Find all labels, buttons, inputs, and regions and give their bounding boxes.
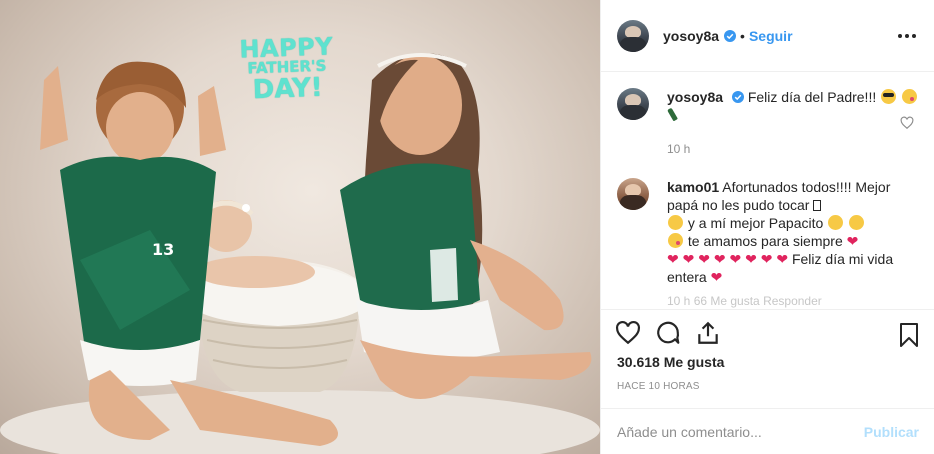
placeholder-glyph-icon — [813, 200, 822, 211]
sunglasses-emoji-icon — [881, 89, 897, 104]
more-options-icon[interactable] — [895, 24, 919, 48]
comment-item: kamo01 Afortunados todos!!!! Mejor papá … — [617, 178, 919, 308]
comment-icon — [657, 321, 680, 344]
hug-emoji-icon — [668, 215, 683, 230]
red-hearts-row-icon: ❤ ❤ ❤ ❤ ❤ ❤ ❤ ❤ — [667, 251, 789, 267]
comment-text-3: te amamos para siempre — [687, 233, 843, 249]
comment-meta-faded: 10 h 66 Me gusta Responder — [667, 294, 822, 308]
avatar[interactable] — [617, 19, 649, 52]
caption: yosoy8a Feliz día del Padre!!! 10 h — [617, 88, 919, 178]
caption-time: 10 h — [667, 142, 691, 156]
caption-text: Feliz día del Padre!!! — [747, 89, 877, 105]
publish-button[interactable]: Publicar — [864, 424, 919, 440]
post-time-ago[interactable]: HACE 10 HORAS — [617, 381, 700, 392]
avatar[interactable] — [617, 88, 649, 120]
champagne-bottle-icon — [668, 107, 678, 122]
comment-button[interactable] — [655, 320, 681, 346]
add-comment-bar: Publicar — [601, 408, 934, 454]
kiss-emoji-icon — [668, 233, 683, 248]
add-comment-input[interactable] — [617, 423, 864, 440]
likes-count[interactable]: 30.618 Me gusta — [617, 354, 724, 370]
heart-eyes-emoji-icon — [828, 215, 844, 230]
post-header: yosoy8a • Seguir — [601, 0, 934, 72]
comment-like-heart-icon[interactable] — [900, 116, 914, 130]
red-heart-icon: ❤ — [710, 269, 723, 285]
comment-text-2: y a mí mejor Papacito — [687, 215, 824, 231]
kiss-emoji-icon — [902, 89, 918, 104]
share-icon — [698, 321, 718, 344]
verified-badge-icon — [731, 91, 744, 103]
follow-button[interactable]: Seguir — [749, 28, 793, 44]
caption-username[interactable]: yosoy8a — [667, 89, 723, 105]
jersey-number: 13 — [152, 240, 175, 259]
comments-area[interactable]: yosoy8a Feliz día del Padre!!! 10 h kamo… — [601, 72, 934, 308]
comment-body: kamo01 Afortunados todos!!!! Mejor papá … — [667, 178, 919, 308]
post-actions-bar — [601, 309, 934, 359]
header-username[interactable]: yosoy8a — [663, 28, 719, 44]
happy-fathers-day-overlay: HAPPY FATHER'S DAY! — [235, 32, 339, 105]
heart-icon — [616, 320, 640, 345]
bookmark-icon[interactable] — [897, 322, 921, 348]
like-button[interactable] — [615, 320, 641, 346]
post-photo[interactable]: HAPPY FATHER'S DAY! 13 — [0, 0, 600, 454]
red-heart-icon: ❤ — [846, 233, 859, 249]
overlay-line-3: DAY! — [252, 72, 324, 105]
caption-body: yosoy8a Feliz día del Padre!!! 10 h — [667, 88, 919, 158]
verified-badge-icon — [724, 29, 737, 42]
share-button[interactable] — [695, 320, 721, 346]
separator-dot: • — [740, 27, 745, 44]
post-side-panel: yosoy8a • Seguir yosoy8a Feliz día del P… — [600, 0, 934, 454]
avatar[interactable] — [617, 178, 649, 210]
relieved-emoji-icon — [849, 215, 865, 230]
comment-username[interactable]: kamo01 — [667, 179, 719, 195]
